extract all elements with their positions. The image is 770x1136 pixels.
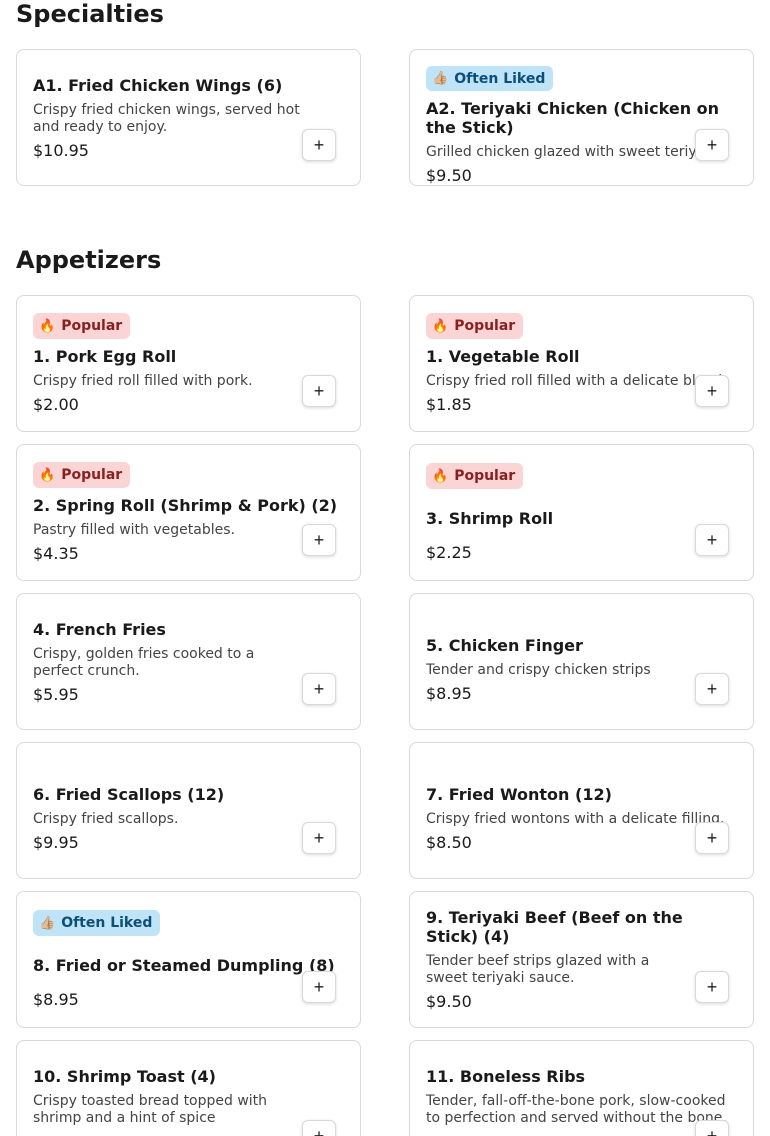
item-name: A1. Fried Chicken Wings (6)	[33, 75, 283, 95]
item-price: $2.25	[426, 543, 472, 562]
add-to-cart-button[interactable]: +	[302, 1120, 336, 1136]
item-description: Tender, fall-off-the-bone pork, slow-coo…	[426, 1093, 727, 1126]
menu-item-card[interactable]: 👍🏼 Often Liked A2. Teriyaki Chicken (Chi…	[409, 49, 754, 186]
item-name: 10. Shrimp Toast (4)	[33, 1067, 216, 1086]
item-price: $9.50	[426, 992, 472, 1011]
add-to-cart-button[interactable]: +	[695, 673, 729, 705]
item-description: Tender beef strips glazed with a sweet t…	[426, 953, 650, 986]
menu-item-card[interactable]: 6. Fried Scallops (12) Crispy fried scal…	[16, 742, 361, 879]
item-name: 4. French Fries	[33, 619, 166, 639]
item-description: Crispy fried scallops.	[33, 811, 179, 827]
add-to-cart-button[interactable]: +	[302, 129, 336, 161]
item-description: Tender and crispy chicken strips	[426, 662, 651, 678]
menu-item-card[interactable]: 7. Fried Wonton (12) Crispy fried wonton…	[409, 742, 754, 879]
item-price: $1.85	[426, 395, 472, 414]
item-description: Crispy toasted bread topped with shrimp …	[33, 1093, 268, 1126]
section-title-specialties: Specialties	[16, 0, 164, 28]
badge-label: Popular	[61, 467, 123, 483]
menu-item-card[interactable]: 4. French Fries Crispy, golden fries coo…	[16, 593, 361, 730]
thumbs-up-icon: 👍🏼	[39, 915, 56, 931]
badge-label: Often Liked	[61, 915, 153, 931]
flame-icon: 🔥	[432, 318, 449, 334]
item-price: $2.00	[33, 395, 79, 414]
add-to-cart-button[interactable]: +	[302, 375, 336, 407]
add-to-cart-button[interactable]: +	[302, 971, 336, 1003]
add-to-cart-button[interactable]: +	[302, 822, 336, 854]
item-price: $10.95	[33, 140, 89, 160]
often-liked-badge: 👍🏼 Often Liked	[33, 910, 161, 936]
add-to-cart-button[interactable]: +	[302, 524, 336, 556]
add-to-cart-button[interactable]: +	[695, 375, 729, 407]
item-price: $8.95	[33, 990, 79, 1009]
add-to-cart-button[interactable]: +	[695, 1120, 729, 1136]
section-title-appetizers: Appetizers	[16, 246, 162, 274]
badge-label: Popular	[454, 318, 516, 334]
item-description: Crispy fried chicken wings, served hot a…	[33, 101, 300, 135]
item-name: 7. Fried Wonton (12)	[426, 785, 612, 804]
item-name: 11. Boneless Ribs	[426, 1067, 586, 1086]
popular-badge: 🔥 Popular	[33, 313, 131, 339]
badge-label: Popular	[61, 318, 123, 334]
often-liked-badge: 👍🏼 Often Liked	[426, 66, 554, 91]
menu-item-card[interactable]: 5. Chicken Finger Tender and crispy chic…	[409, 593, 754, 730]
thumbs-up-icon: 👍🏼	[432, 71, 449, 86]
item-description: Crispy, golden fries cooked to a perfect…	[33, 645, 255, 679]
menu-item-card[interactable]: 9. Teriyaki Beef (Beef on the Stick) (4)…	[409, 891, 754, 1028]
item-price: $5.95	[33, 684, 79, 704]
add-to-cart-button[interactable]: +	[695, 524, 729, 556]
popular-badge: 🔥 Popular	[426, 463, 524, 489]
item-name: 2. Spring Roll (Shrimp & Pork) (2)	[33, 496, 338, 515]
item-name: A2. Teriyaki Chicken (Chicken on the Sti…	[426, 99, 720, 137]
menu-item-card[interactable]: 🔥 Popular 1. Pork Egg Roll Crispy fried …	[16, 295, 361, 432]
menu-item-card[interactable]: 🔥 Popular 3. Shrimp Roll $2.25 +	[409, 444, 754, 581]
item-description: Crispy fried wontons with a delicate fil…	[426, 811, 725, 827]
item-price: $4.35	[33, 544, 79, 563]
item-price: $9.50	[426, 166, 472, 185]
item-name: 1. Vegetable Roll	[426, 347, 580, 366]
item-price: $9.95	[33, 833, 79, 852]
add-to-cart-button[interactable]: +	[695, 822, 729, 854]
menu-item-card[interactable]: 10. Shrimp Toast (4) Crispy toasted brea…	[16, 1040, 361, 1136]
item-description: Crispy fried roll filled with pork.	[33, 373, 253, 389]
add-to-cart-button[interactable]: +	[695, 129, 729, 161]
badge-label: Popular	[454, 468, 516, 484]
item-name: 6. Fried Scallops (12)	[33, 785, 225, 804]
item-name: 8. Fried or Steamed Dumpling (8)	[33, 956, 335, 975]
item-name: 5. Chicken Finger	[426, 636, 583, 655]
item-name: 9. Teriyaki Beef (Beef on the Stick) (4)	[426, 908, 683, 946]
popular-badge: 🔥 Popular	[33, 462, 131, 488]
add-to-cart-button[interactable]: +	[695, 971, 729, 1003]
item-price: $8.50	[426, 833, 472, 852]
popular-badge: 🔥 Popular	[426, 313, 524, 339]
item-description: Grilled chicken glazed with sweet teriya…	[426, 144, 722, 160]
item-name: 1. Pork Egg Roll	[33, 347, 177, 366]
add-to-cart-button[interactable]: +	[302, 673, 336, 705]
menu-item-card[interactable]: 11. Boneless Ribs Tender, fall-off-the-b…	[409, 1040, 754, 1136]
item-description: Crispy fried roll filled with a delicate…	[426, 373, 727, 389]
menu-item-card[interactable]: 🔥 Popular 1. Vegetable Roll Crispy fried…	[409, 295, 754, 432]
item-price: $8.95	[426, 684, 472, 703]
flame-icon: 🔥	[39, 318, 56, 334]
badge-label: Often Liked	[454, 70, 546, 87]
item-name: 3. Shrimp Roll	[426, 509, 554, 528]
menu-item-card[interactable]: 👍🏼 Often Liked 8. Fried or Steamed Dumpl…	[16, 891, 361, 1028]
flame-icon: 🔥	[39, 467, 56, 483]
item-description: Pastry filled with vegetables.	[33, 522, 235, 538]
menu-item-card[interactable]: A1. Fried Chicken Wings (6) Crispy fried…	[16, 49, 361, 186]
flame-icon: 🔥	[432, 468, 449, 484]
menu-item-card[interactable]: 🔥 Popular 2. Spring Roll (Shrimp & Pork)…	[16, 444, 361, 581]
